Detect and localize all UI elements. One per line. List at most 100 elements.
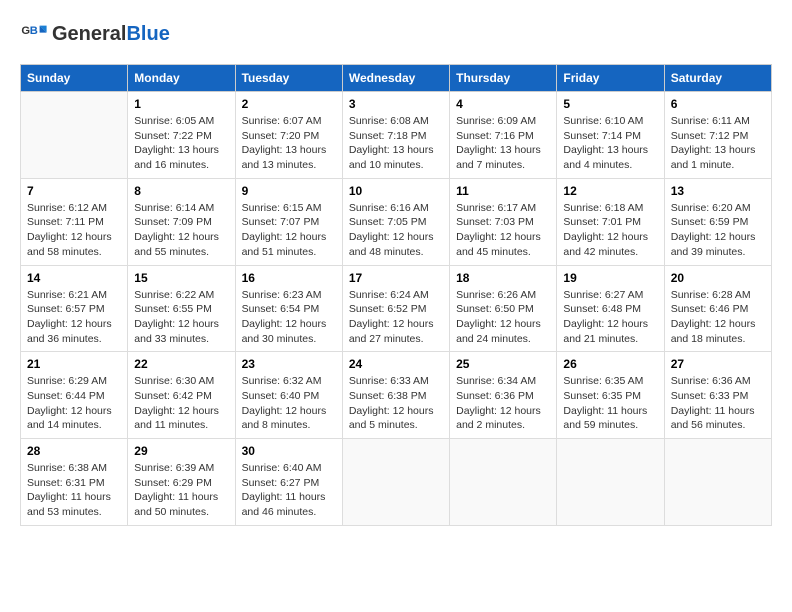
calendar-cell: 17 Sunrise: 6:24 AMSunset: 6:52 PMDayligh…	[342, 265, 449, 352]
day-info: Sunrise: 6:39 AMSunset: 6:29 PMDaylight:…	[134, 461, 228, 520]
day-number: 5	[563, 97, 657, 111]
calendar-cell: 26Sunrise: 6:35 AMSunset: 6:35 PMDayligh…	[557, 352, 664, 439]
day-info: Sunrise: 6:14 AMSunset: 7:09 PMDaylight:…	[134, 201, 228, 260]
day-number: 4	[456, 97, 550, 111]
calendar-cell: 20 Sunrise: 6:28 AMSunset: 6:46 PMDayligh…	[664, 265, 771, 352]
header-day-friday: Friday	[557, 65, 664, 92]
calendar-cell: 28Sunrise: 6:38 AMSunset: 6:31 PMDayligh…	[21, 439, 128, 526]
day-number: 26	[563, 357, 657, 371]
calendar-cell: 1 Sunrise: 6:05 AMSunset: 7:22 PMDaylight…	[128, 92, 235, 179]
day-number: 25	[456, 357, 550, 371]
day-info: Sunrise: 6:08 AMSunset: 7:18 PMDaylight:…	[349, 114, 443, 173]
header-day-saturday: Saturday	[664, 65, 771, 92]
day-info: Sunrise: 6:27 AMSunset: 6:48 PMDaylight:…	[563, 288, 657, 347]
calendar-cell: 6 Sunrise: 6:11 AMSunset: 7:12 PMDaylight…	[664, 92, 771, 179]
calendar-cell: 16Sunrise: 6:23 AMSunset: 6:54 PMDayligh…	[235, 265, 342, 352]
day-number: 27	[671, 357, 765, 371]
header-day-wednesday: Wednesday	[342, 65, 449, 92]
calendar-cell: 2 Sunrise: 6:07 AMSunset: 7:20 PMDaylight…	[235, 92, 342, 179]
day-info: Sunrise: 6:32 AMSunset: 6:40 PMDaylight:…	[242, 374, 336, 433]
calendar-cell: 18 Sunrise: 6:26 AMSunset: 6:50 PMDayligh…	[450, 265, 557, 352]
day-number: 18	[456, 271, 550, 285]
day-info: Sunrise: 6:30 AMSunset: 6:42 PMDaylight:…	[134, 374, 228, 433]
day-info: Sunrise: 6:05 AMSunset: 7:22 PMDaylight:…	[134, 114, 228, 173]
day-number: 17	[349, 271, 443, 285]
calendar-table: SundayMondayTuesdayWednesdayThursdayFrid…	[20, 64, 772, 526]
calendar-cell: 13 Sunrise: 6:20 AMSunset: 6:59 PMDayligh…	[664, 178, 771, 265]
day-info: Sunrise: 6:29 AMSunset: 6:44 PMDaylight:…	[27, 374, 121, 433]
day-number: 16	[242, 271, 336, 285]
day-number: 7	[27, 184, 121, 198]
calendar-cell: 10Sunrise: 6:16 AMSunset: 7:05 PMDayligh…	[342, 178, 449, 265]
calendar-week-1: 1 Sunrise: 6:05 AMSunset: 7:22 PMDaylight…	[21, 92, 772, 179]
day-number: 13	[671, 184, 765, 198]
svg-text:B: B	[30, 25, 38, 37]
day-number: 9	[242, 184, 336, 198]
calendar-cell	[21, 92, 128, 179]
calendar-cell	[664, 439, 771, 526]
day-info: Sunrise: 6:34 AMSunset: 6:36 PMDaylight:…	[456, 374, 550, 433]
day-info: Sunrise: 6:15 AMSunset: 7:07 PMDaylight:…	[242, 201, 336, 260]
day-number: 22	[134, 357, 228, 371]
day-number: 24	[349, 357, 443, 371]
calendar-cell: 19 Sunrise: 6:27 AMSunset: 6:48 PMDayligh…	[557, 265, 664, 352]
logo: G B GeneralBlue	[20, 20, 170, 48]
calendar-cell: 5 Sunrise: 6:10 AMSunset: 7:14 PMDaylight…	[557, 92, 664, 179]
header-day-tuesday: Tuesday	[235, 65, 342, 92]
calendar-cell	[557, 439, 664, 526]
calendar-cell: 9 Sunrise: 6:15 AMSunset: 7:07 PMDaylight…	[235, 178, 342, 265]
day-number: 15	[134, 271, 228, 285]
calendar-cell: 23 Sunrise: 6:32 AMSunset: 6:40 PMDayligh…	[235, 352, 342, 439]
day-number: 3	[349, 97, 443, 111]
calendar-cell: 21 Sunrise: 6:29 AMSunset: 6:44 PMDayligh…	[21, 352, 128, 439]
svg-text:G: G	[21, 25, 30, 37]
day-number: 21	[27, 357, 121, 371]
day-number: 1	[134, 97, 228, 111]
day-info: Sunrise: 6:36 AMSunset: 6:33 PMDaylight:…	[671, 374, 765, 433]
calendar-cell: 3 Sunrise: 6:08 AMSunset: 7:18 PMDaylight…	[342, 92, 449, 179]
day-info: Sunrise: 6:24 AMSunset: 6:52 PMDaylight:…	[349, 288, 443, 347]
day-info: Sunrise: 6:10 AMSunset: 7:14 PMDaylight:…	[563, 114, 657, 173]
day-number: 20	[671, 271, 765, 285]
calendar-cell: 12 Sunrise: 6:18 AMSunset: 7:01 PMDayligh…	[557, 178, 664, 265]
day-number: 28	[27, 444, 121, 458]
calendar-cell: 27 Sunrise: 6:36 AMSunset: 6:33 PMDayligh…	[664, 352, 771, 439]
page-header: G B GeneralBlue	[20, 20, 772, 48]
day-number: 6	[671, 97, 765, 111]
day-number: 8	[134, 184, 228, 198]
calendar-cell: 14 Sunrise: 6:21 AMSunset: 6:57 PMDayligh…	[21, 265, 128, 352]
day-info: Sunrise: 6:09 AMSunset: 7:16 PMDaylight:…	[456, 114, 550, 173]
calendar-cell: 24 Sunrise: 6:33 AMSunset: 6:38 PMDayligh…	[342, 352, 449, 439]
header-day-monday: Monday	[128, 65, 235, 92]
day-info: Sunrise: 6:17 AMSunset: 7:03 PMDaylight:…	[456, 201, 550, 260]
day-info: Sunrise: 6:18 AMSunset: 7:01 PMDaylight:…	[563, 201, 657, 260]
day-info: Sunrise: 6:26 AMSunset: 6:50 PMDaylight:…	[456, 288, 550, 347]
day-number: 23	[242, 357, 336, 371]
calendar-cell: 30Sunrise: 6:40 AMSunset: 6:27 PMDayligh…	[235, 439, 342, 526]
calendar-cell: 7Sunrise: 6:12 AMSunset: 7:11 PMDaylight…	[21, 178, 128, 265]
day-number: 12	[563, 184, 657, 198]
day-number: 11	[456, 184, 550, 198]
calendar-week-2: 7Sunrise: 6:12 AMSunset: 7:11 PMDaylight…	[21, 178, 772, 265]
day-number: 2	[242, 97, 336, 111]
day-number: 30	[242, 444, 336, 458]
calendar-week-3: 14 Sunrise: 6:21 AMSunset: 6:57 PMDayligh…	[21, 265, 772, 352]
calendar-cell	[450, 439, 557, 526]
calendar-cell: 29 Sunrise: 6:39 AMSunset: 6:29 PMDayligh…	[128, 439, 235, 526]
day-info: Sunrise: 6:28 AMSunset: 6:46 PMDaylight:…	[671, 288, 765, 347]
header-day-thursday: Thursday	[450, 65, 557, 92]
day-number: 29	[134, 444, 228, 458]
day-info: Sunrise: 6:16 AMSunset: 7:05 PMDaylight:…	[349, 201, 443, 260]
day-info: Sunrise: 6:21 AMSunset: 6:57 PMDaylight:…	[27, 288, 121, 347]
day-number: 14	[27, 271, 121, 285]
day-info: Sunrise: 6:07 AMSunset: 7:20 PMDaylight:…	[242, 114, 336, 173]
calendar-cell: 15Sunrise: 6:22 AMSunset: 6:55 PMDayligh…	[128, 265, 235, 352]
calendar-cell: 25 Sunrise: 6:34 AMSunset: 6:36 PMDayligh…	[450, 352, 557, 439]
day-info: Sunrise: 6:33 AMSunset: 6:38 PMDaylight:…	[349, 374, 443, 433]
day-info: Sunrise: 6:11 AMSunset: 7:12 PMDaylight:…	[671, 114, 765, 173]
day-info: Sunrise: 6:20 AMSunset: 6:59 PMDaylight:…	[671, 201, 765, 260]
calendar-week-4: 21 Sunrise: 6:29 AMSunset: 6:44 PMDayligh…	[21, 352, 772, 439]
day-number: 19	[563, 271, 657, 285]
header-row: SundayMondayTuesdayWednesdayThursdayFrid…	[21, 65, 772, 92]
calendar-cell: 22 Sunrise: 6:30 AMSunset: 6:42 PMDayligh…	[128, 352, 235, 439]
